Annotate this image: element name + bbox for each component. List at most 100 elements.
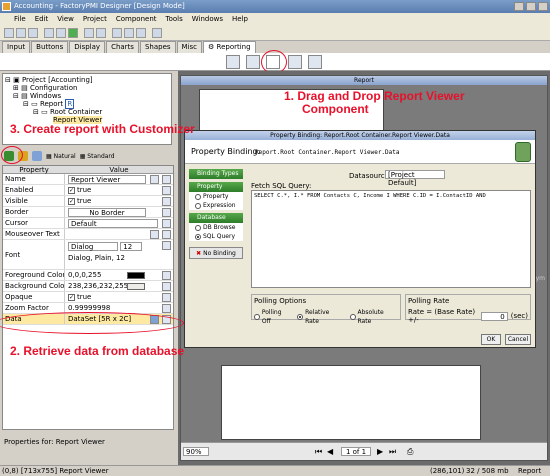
name-input[interactable]: Report Viewer	[68, 174, 146, 184]
redo-icon[interactable]	[96, 28, 106, 38]
binding-link-icon[interactable]	[162, 208, 171, 217]
prop-value[interactable]	[65, 229, 173, 239]
tab-shapes[interactable]: Shapes	[139, 41, 176, 53]
open-icon[interactable]	[16, 28, 26, 38]
minimize-button[interactable]	[514, 2, 524, 11]
prop-row-background[interactable]: Background Color 238,236,232,255	[3, 281, 173, 292]
menu-view[interactable]: View	[57, 13, 74, 25]
prop-value[interactable]: ✓ true	[65, 196, 173, 206]
first-page-icon[interactable]: ⏮	[315, 447, 322, 456]
prop-value[interactable]: ✓ true	[65, 185, 173, 195]
layer-icon[interactable]	[136, 28, 146, 38]
radio-icon[interactable]	[349, 314, 356, 320]
border-select[interactable]: No Border	[68, 207, 146, 217]
tree-item-root-container[interactable]: ⊟ ▭ Root Container	[5, 108, 169, 116]
font-family-select[interactable]: Dialog	[68, 241, 118, 251]
prop-value[interactable]: ✓ true	[65, 292, 173, 302]
edit-icon[interactable]	[150, 175, 159, 184]
radio-icon[interactable]	[254, 314, 260, 320]
prop-value[interactable]: Report Viewer	[65, 174, 173, 184]
menu-file[interactable]: File	[14, 13, 26, 25]
new-icon[interactable]	[4, 28, 14, 38]
group-icon[interactable]	[124, 28, 134, 38]
background-swatch[interactable]	[127, 283, 145, 290]
binding-link-icon[interactable]	[162, 241, 171, 250]
prop-row-foreground[interactable]: Foreground Color 0,0,0,255	[3, 270, 173, 281]
foreground-swatch[interactable]	[127, 272, 145, 279]
cut-icon[interactable]	[44, 28, 54, 38]
prop-value[interactable]: 0,0,0,255	[65, 270, 173, 280]
binding-link-icon[interactable]	[162, 271, 171, 280]
prop-row-font[interactable]: Font Dialog 12 Dialog, Plain, 12	[3, 240, 173, 270]
radio-icon[interactable]	[195, 202, 201, 209]
zoom-icon[interactable]	[152, 28, 162, 38]
radio-icon[interactable]	[195, 224, 201, 231]
prop-value[interactable]: Default	[65, 218, 173, 228]
zoom-select[interactable]: 90%	[183, 447, 209, 456]
binding-link-icon[interactable]	[162, 219, 171, 228]
tab-buttons[interactable]: Buttons	[31, 41, 69, 53]
binding-link-icon[interactable]	[162, 304, 171, 313]
cursor-select[interactable]: Default	[68, 218, 158, 228]
tab-misc[interactable]: Misc	[176, 41, 203, 53]
column-header-value[interactable]: Value	[65, 166, 173, 174]
rate-input[interactable]: 0	[480, 311, 508, 321]
binding-link-icon[interactable]	[162, 230, 171, 239]
font-size-select[interactable]: 12	[120, 241, 143, 251]
tab-display[interactable]: Display	[69, 41, 106, 53]
align-icon[interactable]	[112, 28, 122, 38]
binding-link-icon[interactable]	[162, 197, 171, 206]
radio-icon-selected[interactable]	[297, 314, 304, 320]
report-row-icon[interactable]	[288, 55, 302, 69]
prop-value[interactable]: No Border	[65, 207, 173, 217]
checkbox-icon[interactable]: ✓	[68, 197, 75, 205]
binding-link-icon[interactable]	[162, 293, 171, 302]
binding-link-icon[interactable]	[162, 186, 171, 195]
tree-item-project[interactable]: ⊟ ▣ Project [Accounting]	[5, 76, 169, 84]
report-chart-icon[interactable]	[226, 55, 240, 69]
radio-icon-selected[interactable]	[195, 233, 201, 240]
column-header-property[interactable]: Property	[3, 166, 65, 174]
tab-charts[interactable]: Charts	[106, 41, 139, 53]
menu-edit[interactable]: Edit	[35, 13, 49, 25]
natural-button[interactable]: ▦ Natural	[46, 153, 76, 160]
tree-item-windows[interactable]: ⊟ ▤ Windows	[5, 92, 169, 100]
menu-component[interactable]: Component	[116, 13, 157, 25]
checkbox-icon[interactable]: ✓	[68, 186, 75, 194]
checkbox-icon[interactable]: ✓	[68, 293, 75, 301]
play-icon[interactable]	[68, 28, 78, 38]
radio-property[interactable]: Property	[189, 192, 243, 201]
prop-row-visible[interactable]: Visible ✓ true	[3, 196, 173, 207]
scripting-icon[interactable]	[32, 151, 42, 161]
close-button[interactable]	[538, 2, 548, 11]
tree-item-configuration[interactable]: ⊞ ▤ Configuration	[5, 84, 169, 92]
print-icon[interactable]: ⎙	[407, 447, 413, 456]
page-indicator[interactable]: 1 of 1	[341, 447, 371, 456]
tab-reporting[interactable]: ⚙ Reporting	[203, 41, 256, 53]
prop-row-opaque[interactable]: Opaque ✓ true	[3, 292, 173, 303]
menu-help[interactable]: Help	[232, 13, 248, 25]
report-table-icon[interactable]	[246, 55, 260, 69]
save-icon[interactable]	[28, 28, 38, 38]
prop-row-border[interactable]: Border No Border	[3, 207, 173, 218]
prop-row-enabled[interactable]: Enabled ✓ true	[3, 185, 173, 196]
radio-sql-query[interactable]: SQL Query	[189, 232, 243, 241]
radio-polling-off[interactable]: Polling Off	[254, 308, 291, 326]
standard-button[interactable]: ▦ Standard	[80, 153, 115, 160]
menu-windows[interactable]: Windows	[192, 13, 223, 25]
prop-value[interactable]: Dialog 12 Dialog, Plain, 12	[65, 240, 173, 269]
radio-expression[interactable]: Expression	[189, 201, 243, 210]
radio-db-browse[interactable]: DB Browse	[189, 223, 243, 232]
cancel-button[interactable]: Cancel	[505, 334, 531, 345]
radio-relative-rate[interactable]: Relative Rate	[297, 308, 343, 326]
menu-project[interactable]: Project	[83, 13, 107, 25]
no-binding-button[interactable]: ✖ No Binding	[189, 247, 243, 259]
maximize-button[interactable]	[526, 2, 536, 11]
prev-page-icon[interactable]: ◀	[327, 447, 333, 456]
radio-absolute-rate[interactable]: Absolute Rate	[349, 308, 398, 326]
ok-button[interactable]: OK	[481, 334, 501, 345]
prop-value[interactable]: 238,236,232,255	[65, 281, 173, 291]
prop-row-mouseover[interactable]: Mouseover Text	[3, 229, 173, 240]
report-page-icon[interactable]	[308, 55, 322, 69]
prop-row-cursor[interactable]: Cursor Default	[3, 218, 173, 229]
